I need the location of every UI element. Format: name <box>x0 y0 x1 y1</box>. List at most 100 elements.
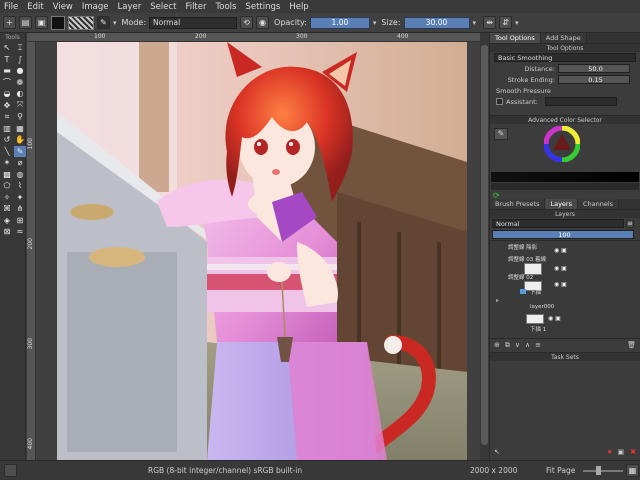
zoom-mode[interactable]: Fit Page <box>546 466 575 475</box>
pan-tool-icon[interactable]: ✋ <box>14 134 26 146</box>
visibility-icon[interactable]: ◉ ▣ <box>548 315 561 322</box>
layer-opacity-slider[interactable]: 100 <box>492 230 634 239</box>
perspective-grid-icon[interactable]: ⊠ <box>1 226 13 238</box>
assistant-tool-icon[interactable]: ▥ <box>1 123 13 135</box>
layer-blend-select[interactable]: Normal <box>492 219 624 228</box>
measure-tool-icon[interactable]: ↺ <box>1 134 13 146</box>
zoom-tool-icon[interactable]: ⚲ <box>14 111 26 123</box>
tab-layers[interactable]: Layers <box>545 199 578 209</box>
contiguous-select-icon[interactable]: ✧ <box>1 192 13 204</box>
artwork-canvas[interactable] <box>57 42 467 460</box>
dyna-tool-icon[interactable]: ≈ <box>14 226 26 238</box>
move-tool-icon[interactable]: ✥ <box>1 100 13 112</box>
smoothing-select[interactable]: Basic Smoothing <box>494 53 636 62</box>
visibility-icon[interactable]: ◉ ▣ <box>554 265 567 272</box>
duplicate-layer-icon[interactable]: ⧉ <box>505 341 510 350</box>
tab-brush-presets[interactable]: Brush Presets <box>490 199 546 209</box>
line-tool-icon[interactable]: ╲ <box>1 146 13 158</box>
menu-edit[interactable]: Edit <box>27 2 43 12</box>
move-up-icon[interactable]: ∧ <box>525 341 530 350</box>
new-document-icon[interactable]: + <box>3 16 16 29</box>
record-icon[interactable]: ⏺ <box>608 448 612 457</box>
menu-filter[interactable]: Filter <box>185 2 206 12</box>
layer-item[interactable]: 下描 1 <box>530 325 546 333</box>
status-color-icon[interactable] <box>4 464 17 477</box>
brush-preset-icon[interactable]: ✎ <box>97 16 110 29</box>
visibility-icon[interactable]: ◉ ▣ <box>554 281 567 288</box>
smart-patch-icon[interactable]: ◈ <box>1 215 13 227</box>
layer-item[interactable]: layer000 <box>530 304 554 310</box>
opacity-input[interactable]: 1.00 <box>309 16 370 29</box>
path-select-icon[interactable]: ⌘ <box>1 203 13 215</box>
layer-item[interactable]: 調整線 陰影 <box>508 243 537 251</box>
freehand-select-icon[interactable]: ⌇ <box>14 180 26 192</box>
zoom-fit-icon[interactable]: ▦ <box>626 464 639 477</box>
size-input[interactable]: 30.00 <box>403 16 470 29</box>
magnetic-select-icon[interactable]: ⋔ <box>14 203 26 215</box>
zoom-slider[interactable] <box>583 470 623 472</box>
opacity-chevron-icon[interactable]: ▾ <box>373 19 377 27</box>
pattern-swatch[interactable] <box>68 15 94 30</box>
save-task-icon[interactable]: ▣ <box>618 448 625 456</box>
similar-select-icon[interactable]: ✦ <box>14 192 26 204</box>
mirror-vertical-icon[interactable]: ⇵ <box>499 16 513 29</box>
assistant-checkbox[interactable] <box>496 98 503 105</box>
rectangle-tool-icon[interactable]: ▬ <box>1 65 13 77</box>
reference-tool-icon[interactable]: ▦ <box>14 123 26 135</box>
assistant-slider[interactable] <box>544 97 617 106</box>
layer-menu-icon[interactable]: ≡ <box>626 219 634 228</box>
color-gradient-bar[interactable] <box>491 183 639 190</box>
menu-tools[interactable]: Tools <box>216 2 237 12</box>
menu-file[interactable]: File <box>4 2 18 12</box>
ellipse-tool-icon[interactable]: ● <box>14 65 26 77</box>
refresh-icon[interactable]: ⟳ <box>490 191 640 200</box>
chevron-down-icon[interactable]: ▾ <box>113 19 117 27</box>
freehand-path-icon[interactable]: ❁ <box>14 77 26 89</box>
mirror-horizontal-icon[interactable]: ⇹ <box>483 16 497 29</box>
cursor-icon[interactable]: ↖ <box>494 448 500 456</box>
properties-icon[interactable]: ≡ <box>535 341 541 350</box>
grid-tool-icon[interactable]: ⊞ <box>14 215 26 227</box>
color-picker-icon[interactable]: ⌀ <box>14 157 26 169</box>
menu-settings[interactable]: Settings <box>245 2 280 12</box>
fill-tool-icon[interactable]: ◒ <box>1 88 13 100</box>
text-tool-icon[interactable]: T <box>1 54 13 66</box>
edit-shapes-icon[interactable]: ⌶ <box>14 42 26 54</box>
multibrush-icon[interactable]: ✶ <box>1 157 13 169</box>
blend-mode-select[interactable]: Normal <box>149 16 238 29</box>
color-history-bar[interactable] <box>491 172 639 182</box>
layer-item[interactable]: 調整線 02 <box>508 273 533 281</box>
tab-add-shape[interactable]: Add Shape <box>540 33 587 43</box>
canvas-area[interactable] <box>36 42 480 460</box>
menu-image[interactable]: Image <box>82 2 109 12</box>
calligraphy-icon[interactable]: ∫ <box>14 54 26 66</box>
reset-brush-icon[interactable]: ⟲ <box>240 16 254 29</box>
foreground-color-swatch[interactable] <box>51 15 65 30</box>
tab-tool-options[interactable]: Tool Options <box>490 33 541 43</box>
expand-icon[interactable]: ▸ <box>496 297 499 304</box>
path-tool-icon[interactable]: ⌒ <box>1 77 13 89</box>
move-down-icon[interactable]: ∨ <box>515 341 520 350</box>
crop-tool-icon[interactable]: ⌗ <box>1 111 13 123</box>
tab-channels[interactable]: Channels <box>578 199 620 209</box>
color-wheel[interactable] <box>544 126 580 162</box>
transform-tool-icon[interactable]: ⤧ <box>14 100 26 112</box>
open-folder-icon[interactable]: ▤ <box>19 16 32 29</box>
menu-help[interactable]: Help <box>289 2 308 12</box>
select-shapes-icon[interactable]: ↖ <box>1 42 13 54</box>
brush-tool-icon[interactable]: ✎ <box>14 145 26 157</box>
distance-input[interactable]: 50.0 <box>558 64 630 73</box>
gradient-tool-icon[interactable]: ◐ <box>14 88 26 100</box>
mirror-chevron-icon[interactable]: ▾ <box>515 19 519 27</box>
layer-item[interactable]: 調整線 03 着線 <box>508 255 546 263</box>
rect-select-icon[interactable]: ▩ <box>1 169 13 181</box>
menu-layer[interactable]: Layer <box>118 2 142 12</box>
polygon-select-icon[interactable]: ⬠ <box>1 180 13 192</box>
menu-select[interactable]: Select <box>150 2 176 12</box>
visibility-icon[interactable]: ◉ ▣ <box>554 247 567 254</box>
layer-list[interactable]: 調整線 陰影 調整線 03 着線 調整線 02 下描 ▸ layer000 下描… <box>490 240 640 338</box>
eraser-mode-icon[interactable]: ◉ <box>256 16 270 29</box>
menu-view[interactable]: View <box>53 2 73 12</box>
stroke-ending-input[interactable]: 0.15 <box>558 75 630 84</box>
save-icon[interactable]: ▣ <box>35 16 48 29</box>
